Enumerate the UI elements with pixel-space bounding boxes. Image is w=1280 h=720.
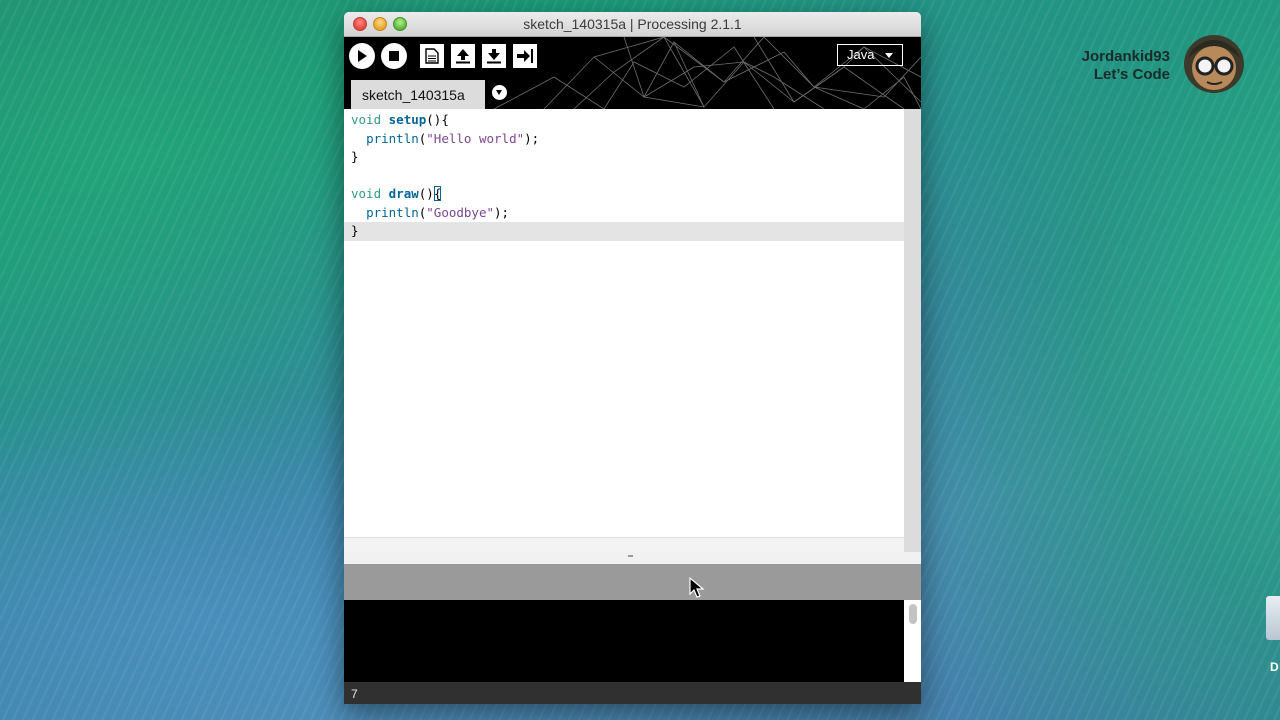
code-line[interactable]: } (344, 148, 904, 167)
code-editor[interactable]: void setup(){ println("Hello world");} vo… (344, 109, 904, 537)
code-punctuation: ); (524, 130, 540, 146)
watermark-text: Jordankid93 Let’s Code (1082, 48, 1170, 84)
processing-window: sketch_140315a | Processing 2.1.1 Java s… (344, 12, 921, 704)
code-line[interactable] (344, 167, 904, 186)
code-string: "Goodbye" (426, 204, 495, 220)
message-area (344, 564, 921, 600)
code-keyword: void (351, 186, 382, 201)
code-function-call: println (366, 130, 419, 146)
chevron-down-icon (885, 53, 893, 58)
console-scrollbar-thumb[interactable] (909, 604, 917, 624)
export-button[interactable] (513, 44, 537, 68)
mode-selector[interactable]: Java (837, 44, 903, 66)
desktop-drive-icon[interactable] (1266, 596, 1280, 640)
console-output[interactable] (344, 600, 904, 682)
title-bar[interactable]: sketch_140315a | Processing 2.1.1 (344, 12, 921, 37)
stop-icon (389, 51, 399, 61)
code-keyword: void (351, 112, 382, 127)
split-pane-handle[interactable] (344, 552, 921, 564)
stop-button[interactable] (381, 43, 407, 69)
watermark-tagline: Let’s Code (1093, 66, 1170, 83)
scrollbar-corner (904, 537, 921, 552)
code-function-name: draw (388, 186, 419, 201)
mode-label: Java (847, 47, 875, 62)
code-function-call: println (366, 204, 419, 220)
tab-menu-button[interactable] (492, 85, 507, 100)
code-text: } (351, 149, 359, 164)
code-line[interactable]: void setup(){ (344, 111, 904, 130)
code-bracket-match: { (433, 186, 442, 201)
play-icon (358, 50, 367, 62)
save-button[interactable] (482, 44, 506, 68)
code-string: "Hello world" (426, 130, 525, 146)
toolbar: Java sketch_140315a (344, 37, 921, 109)
new-file-icon (425, 48, 439, 64)
avatar-icon (1184, 35, 1244, 93)
line-number: 7 (351, 687, 358, 701)
tab-sketch[interactable]: sketch_140315a (351, 80, 485, 109)
code-text: } (351, 223, 359, 238)
status-bar: 7 (344, 682, 921, 704)
run-button[interactable] (349, 43, 375, 69)
editor-horizontal-scrollbar[interactable] (344, 537, 904, 552)
code-line[interactable]: } (344, 222, 904, 241)
open-upload-icon (456, 49, 470, 64)
code-punctuation: (){ (426, 112, 449, 127)
code-punctuation: ); (494, 204, 510, 220)
open-button[interactable] (451, 44, 475, 68)
code-line[interactable]: println("Hello world"); (344, 130, 904, 149)
save-download-icon (487, 49, 501, 64)
export-icon (517, 49, 533, 63)
new-button[interactable] (420, 44, 444, 68)
mouse-pointer-icon (689, 577, 705, 598)
code-line[interactable]: void draw(){ (344, 185, 904, 204)
window-title: sketch_140315a | Processing 2.1.1 (523, 16, 742, 32)
code-function-name: setup (388, 112, 427, 127)
editor-vertical-scrollbar[interactable] (904, 109, 921, 537)
code-line[interactable]: println("Goodbye"); (344, 204, 904, 223)
desktop-icon-label: D (1270, 660, 1279, 674)
code-punctuation: () (418, 186, 434, 201)
channel-watermark: Jordankid93 Let’s Code (1060, 32, 1270, 102)
watermark-name: Jordankid93 (1081, 48, 1170, 65)
